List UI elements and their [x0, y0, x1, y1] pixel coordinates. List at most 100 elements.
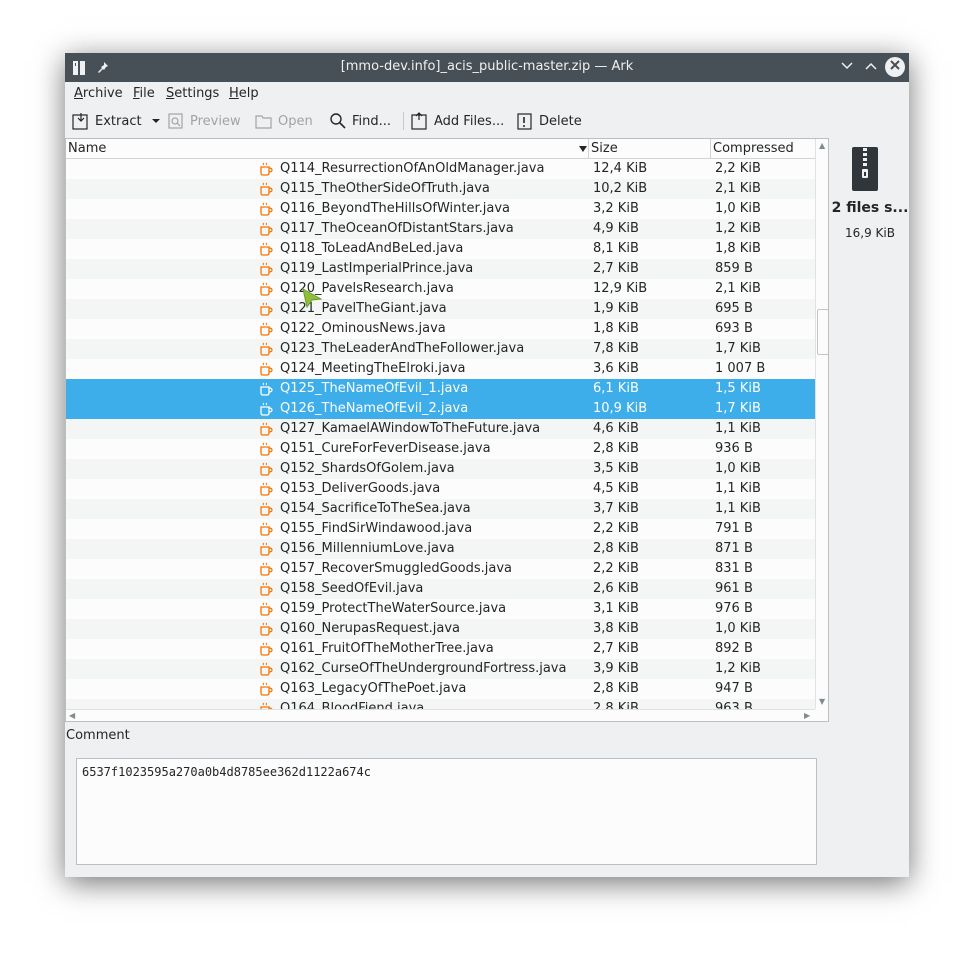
file-compressed-size: 1,8 KiB	[715, 241, 761, 256]
table-row[interactable]: Q156_MillenniumLove.java 2,8 KiB 871 B	[66, 539, 815, 559]
file-size: 12,4 KiB	[593, 161, 648, 176]
dropdown-arrow-icon[interactable]	[151, 116, 161, 126]
file-compressed-size: 1,0 KiB	[715, 461, 761, 476]
file-size: 3,6 KiB	[593, 361, 639, 376]
file-name: Q116_BeyondTheHillsOfWinter.java	[280, 201, 511, 216]
archive-file-list[interactable]: Name Size Compressed Q114_ResurrectionOf…	[65, 138, 829, 722]
menu-settings[interactable]: Settings	[166, 86, 219, 101]
table-row[interactable]: Q152_ShardsOfGolem.java 3,5 KiB 1,0 KiB	[66, 459, 815, 479]
java-file-icon	[260, 522, 273, 536]
table-row[interactable]: Q124_MeetingTheElroki.java 3,6 KiB 1 007 B	[66, 359, 815, 379]
table-row[interactable]: Q161_FruitOfTheMotherTree.java 2,7 KiB 892…	[66, 639, 815, 659]
column-compressed[interactable]: Compressed	[713, 141, 794, 156]
table-row[interactable]: Q157_RecoverSmuggledGoods.java 2,2 KiB 831…	[66, 559, 815, 579]
zip-archive-icon	[852, 147, 878, 191]
file-size: 3,1 KiB	[593, 601, 639, 616]
scroll-down-arrow-icon[interactable]: ▼	[819, 697, 825, 706]
table-row[interactable]: Q121_PavelTheGiant.java 1,9 KiB 695 B	[66, 299, 815, 319]
column-divider[interactable]	[710, 139, 711, 158]
table-row[interactable]: Q127_KamaelAWindowToTheFuture.java 4,6 Ki…	[66, 419, 815, 439]
column-divider[interactable]	[588, 139, 589, 158]
java-file-icon	[260, 582, 273, 596]
file-name: Q162_CurseOfTheUndergroundFortress.java	[280, 661, 567, 676]
menu-archive[interactable]: Archive	[74, 86, 123, 101]
java-file-icon	[260, 702, 273, 709]
delete-icon	[517, 113, 532, 130]
folder-open-icon	[255, 115, 272, 129]
preview-button[interactable]: Preview	[167, 111, 241, 131]
scrollbar-thumb[interactable]	[817, 309, 828, 355]
table-row[interactable]: Q118_ToLeadAndBeLed.java 8,1 KiB 1,8 KiB	[66, 239, 815, 259]
open-button[interactable]: Open	[255, 111, 313, 131]
table-row[interactable]: Q153_DeliverGoods.java 4,5 KiB 1,1 KiB	[66, 479, 815, 499]
file-size: 1,8 KiB	[593, 321, 639, 336]
column-size[interactable]: Size	[591, 141, 618, 156]
file-compressed-size: 859 B	[715, 261, 753, 276]
table-row[interactable]: Q164_BloodFiend.java 2,8 KiB 963 B	[66, 699, 815, 709]
file-size: 10,9 KiB	[593, 401, 648, 416]
table-row[interactable]: Q159_ProtectTheWaterSource.java 3,1 KiB 97…	[66, 599, 815, 619]
table-row[interactable]: Q154_SacrificeToTheSea.java 3,7 KiB 1,1 Ki…	[66, 499, 815, 519]
scroll-left-arrow-icon[interactable]: ◀	[69, 711, 75, 720]
comment-field[interactable]: 6537f1023595a270a0b4d8785ee362d1122a674c	[76, 758, 817, 865]
delete-button[interactable]: Delete	[516, 111, 582, 131]
file-compressed-size: 1,2 KiB	[715, 221, 761, 236]
sort-arrow-icon	[579, 146, 587, 152]
close-button[interactable]	[885, 57, 905, 77]
vertical-scrollbar[interactable]: ▲ ▼	[815, 139, 828, 709]
chevron-up-icon	[865, 62, 877, 70]
file-name: Q125_TheNameOfEvil_1.java	[280, 381, 469, 396]
table-row[interactable]: Q125_TheNameOfEvil_1.java 6,1 KiB 1,5 KiB	[66, 379, 815, 399]
table-row[interactable]: Q116_BeyondTheHillsOfWinter.java 3,2 KiB 1…	[66, 199, 815, 219]
comment-text: 6537f1023595a270a0b4d8785ee362d1122a674c	[82, 765, 371, 779]
maximize-button[interactable]	[863, 59, 879, 75]
file-compressed-size: 892 B	[715, 641, 753, 656]
find-button[interactable]: Find...	[329, 111, 391, 131]
table-row[interactable]: Q158_SeedOfEvil.java 2,6 KiB 961 B	[66, 579, 815, 599]
table-row[interactable]: Q117_TheOceanOfDistantStars.java 4,9 KiB 1…	[66, 219, 815, 239]
table-row[interactable]: Q122_OminousNews.java 1,8 KiB 693 B	[66, 319, 815, 339]
table-row[interactable]: Q163_LegacyOfThePoet.java 2,8 KiB 947 B	[66, 679, 815, 699]
java-file-icon	[260, 262, 273, 276]
table-row[interactable]: Q119_LastImperialPrince.java 2,7 KiB 859 B	[66, 259, 815, 279]
table-row[interactable]: Q120_PavelsResearch.java 12,9 KiB 2,1 KiB	[66, 279, 815, 299]
table-row[interactable]: Q126_TheNameOfEvil_2.java 10,9 KiB 1,7 KiB	[66, 399, 815, 419]
table-row[interactable]: Q155_FindSirWindawood.java 2,2 KiB 791 B	[66, 519, 815, 539]
preview-icon	[168, 113, 183, 129]
java-file-icon	[260, 622, 273, 636]
add-files-button[interactable]: Add Files...	[411, 111, 504, 131]
table-row[interactable]: Q123_TheLeaderAndTheFollower.java 7,8 KiB…	[66, 339, 815, 359]
file-compressed-size: 936 B	[715, 441, 753, 456]
horizontal-scrollbar[interactable]: ◀ ▶	[66, 709, 815, 721]
column-name[interactable]: Name	[68, 141, 106, 156]
file-size: 6,1 KiB	[593, 381, 639, 396]
table-row[interactable]: Q114_ResurrectionOfAnOldManager.java 12,4…	[66, 159, 815, 179]
mouse-cursor-icon	[302, 288, 323, 309]
toolbar-separator	[403, 112, 404, 130]
menu-file[interactable]: File	[133, 86, 155, 101]
window-title: [mmo-dev.info]_acis_public-master.zip — …	[340, 59, 634, 74]
java-file-icon	[260, 382, 273, 396]
menu-help[interactable]: Help	[229, 86, 259, 101]
scroll-up-arrow-icon[interactable]: ▲	[819, 141, 825, 150]
file-name: Q158_SeedOfEvil.java	[280, 581, 424, 596]
table-row[interactable]: Q151_CureForFeverDisease.java 2,8 KiB 936 …	[66, 439, 815, 459]
info-panel: 2 files s... 16,9 KiB	[831, 138, 909, 408]
title-bar[interactable]: [mmo-dev.info]_acis_public-master.zip — …	[65, 53, 909, 82]
file-name: Q156_MillenniumLove.java	[280, 541, 455, 556]
java-file-icon	[260, 562, 273, 576]
java-file-icon	[260, 282, 273, 296]
table-row[interactable]: Q162_CurseOfTheUndergroundFortress.java 3…	[66, 659, 815, 679]
file-compressed-size: 963 B	[715, 701, 753, 709]
table-row[interactable]: Q160_NerupasRequest.java 3,8 KiB 1,0 KiB	[66, 619, 815, 639]
file-name: Q151_CureForFeverDisease.java	[280, 441, 491, 456]
scroll-right-arrow-icon[interactable]: ▶	[804, 711, 810, 720]
table-row[interactable]: Q115_TheOtherSideOfTruth.java 10,2 KiB 2,1…	[66, 179, 815, 199]
extract-button[interactable]: Extract	[72, 111, 166, 131]
minimize-button[interactable]	[839, 59, 855, 75]
java-file-icon	[260, 222, 273, 236]
file-size: 7,8 KiB	[593, 341, 639, 356]
java-file-icon	[260, 542, 273, 556]
java-file-icon	[260, 162, 273, 176]
file-compressed-size: 976 B	[715, 601, 753, 616]
